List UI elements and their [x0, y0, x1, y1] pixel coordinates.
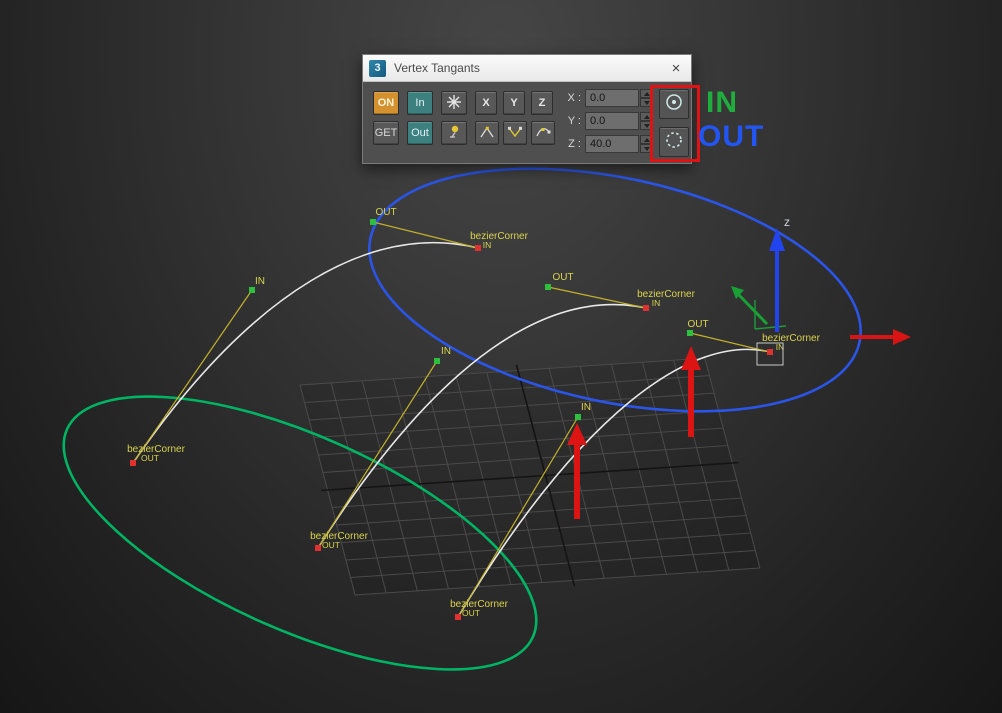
- smooth-tangent-button[interactable]: [503, 121, 527, 145]
- get-button[interactable]: GET: [373, 121, 399, 145]
- handle-label: IN: [441, 346, 451, 357]
- spinner-z-label: Z :: [568, 138, 581, 150]
- handle-point[interactable]: [575, 414, 581, 420]
- close-icon[interactable]: ×: [661, 56, 691, 80]
- vertex-point[interactable]: [130, 460, 136, 466]
- handle-point[interactable]: [687, 330, 693, 336]
- axis-y-button[interactable]: Y: [503, 91, 525, 115]
- in-toggle-button[interactable]: In: [407, 91, 433, 115]
- spinner-z-field[interactable]: 40.0: [585, 135, 639, 153]
- show-handles-button[interactable]: [441, 121, 467, 145]
- z-axis-arrow[interactable]: [769, 228, 785, 332]
- spinner-x-field[interactable]: 0.0: [585, 89, 639, 107]
- handle-point[interactable]: [370, 219, 376, 225]
- vertex-point[interactable]: [643, 305, 649, 311]
- smooth-tangent-icon: [507, 124, 523, 143]
- dialog-titlebar[interactable]: 3 Vertex Tangants ×: [363, 55, 691, 82]
- corner-tangent-icon: [479, 124, 495, 143]
- spinner-y-label: Y :: [567, 115, 581, 127]
- spinner-x-value: 0.0: [590, 92, 606, 104]
- vertex-tangent-label: IN: [483, 240, 492, 250]
- handle-label: OUT: [687, 319, 708, 330]
- axis-tripod: z: [731, 215, 911, 345]
- spinner-y-field[interactable]: 0.0: [585, 112, 639, 130]
- lamp-icon: [446, 124, 462, 143]
- spinner-y-value: 0.0: [590, 115, 606, 127]
- vertex-point[interactable]: [767, 349, 773, 355]
- out-annotation-text: OUT: [698, 120, 765, 153]
- handle-point[interactable]: [545, 284, 551, 290]
- handle-point[interactable]: [249, 287, 255, 293]
- handle-label: OUT: [552, 272, 573, 283]
- reset-all-button[interactable]: [441, 91, 467, 115]
- bezier-tangent-button[interactable]: [531, 121, 555, 145]
- vertex-tangent-label: IN: [652, 298, 661, 308]
- vertex-tangent-label: OUT: [141, 453, 159, 463]
- handle-label: IN: [255, 276, 265, 287]
- starburst-icon: [446, 94, 462, 113]
- corner-tangent-button[interactable]: [475, 121, 499, 145]
- spinner-z-value: 40.0: [590, 138, 612, 150]
- axis-z-button[interactable]: Z: [531, 91, 553, 115]
- dialog-body: ON In GET Out X Y Z X: 0.0 Y: 0.0 Z: …: [363, 81, 691, 163]
- in-annotation-text: IN: [706, 86, 738, 119]
- vertex-label: bezierCorner: [470, 231, 528, 242]
- z-axis-label: z: [784, 215, 790, 229]
- y-axis-arrow[interactable]: [731, 286, 769, 326]
- axis-x-button[interactable]: X: [475, 91, 497, 115]
- red-highlight-box: [650, 85, 700, 162]
- handle-label: OUT: [375, 207, 396, 218]
- vertex-tangent-label: OUT: [322, 540, 340, 550]
- vertex-label: bezierCorner: [637, 289, 695, 300]
- vertex-point[interactable]: [455, 614, 461, 620]
- handle-label: IN: [581, 402, 591, 413]
- vertex-tangent-label: OUT: [462, 608, 480, 618]
- vertex-label: bezierCorner: [762, 333, 820, 344]
- vertex-tangents-dialog: 3 Vertex Tangants × ON In GET Out X Y Z: [362, 54, 692, 164]
- dialog-title: Vertex Tangants: [394, 61, 480, 75]
- handle-point[interactable]: [434, 358, 440, 364]
- on-toggle-button[interactable]: ON: [373, 91, 399, 115]
- out-toggle-button[interactable]: Out: [407, 121, 433, 145]
- bezier-tangent-icon: [535, 124, 551, 143]
- vertex-point[interactable]: [475, 245, 481, 251]
- vertex-point[interactable]: [315, 545, 321, 551]
- 3dsmax-logo-icon: 3: [369, 59, 386, 77]
- spinner-x-label: X :: [567, 92, 581, 104]
